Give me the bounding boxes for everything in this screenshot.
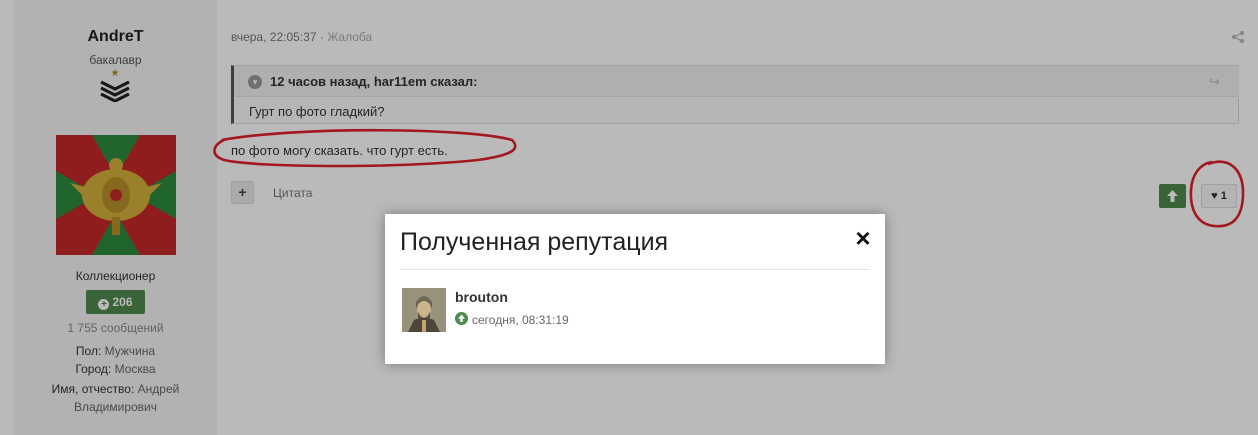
- close-icon[interactable]: ×: [851, 225, 875, 251]
- reputation-date: сегодня, 08:31:19: [472, 313, 569, 327]
- arrow-up-circle-icon: [455, 312, 468, 325]
- modal-title: Полученная репутация: [400, 228, 669, 256]
- reputation-user[interactable]: brouton: [455, 289, 508, 305]
- modal-divider: [400, 269, 870, 270]
- reputation-modal: Полученная репутация × brouton сегодня, …: [385, 214, 885, 364]
- user-avatar[interactable]: [402, 288, 446, 332]
